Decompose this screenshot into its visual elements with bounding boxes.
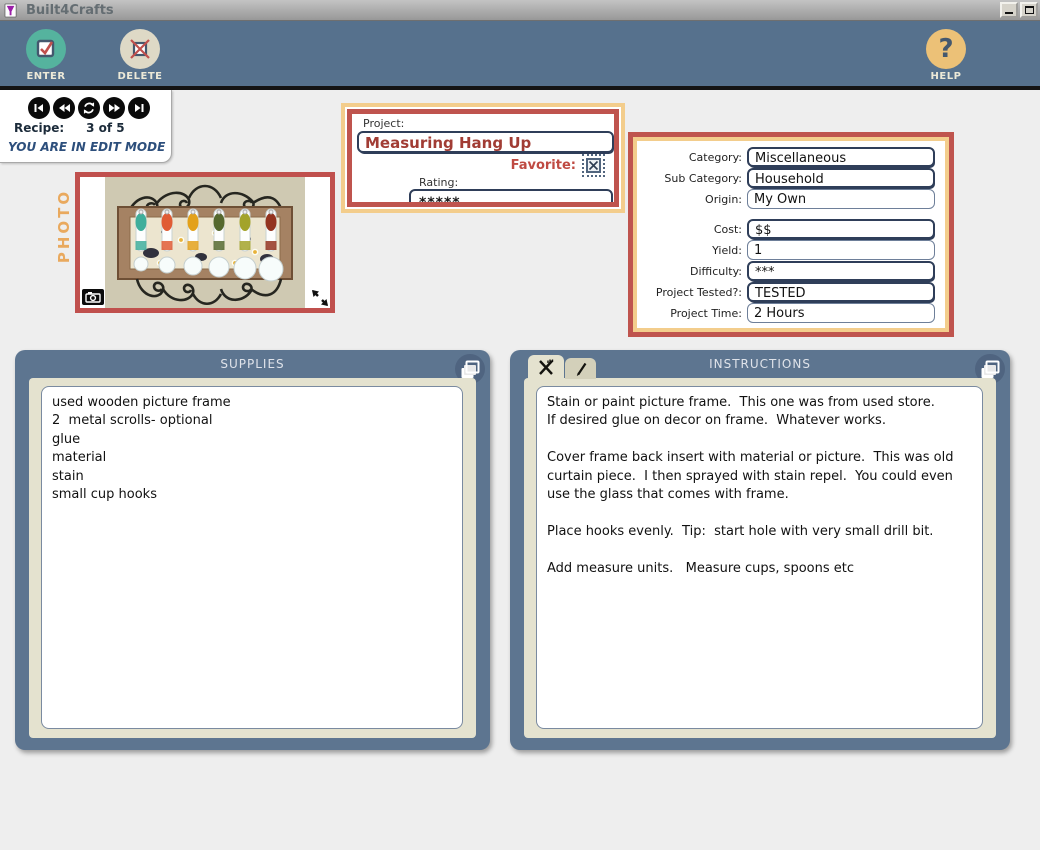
project-panel: Project: Measuring Hang Up Favorite: Rat… [341, 103, 625, 213]
photo-frame [75, 172, 335, 313]
previous-record-button[interactable] [53, 97, 75, 119]
rating-input[interactable]: ***** [409, 189, 613, 207]
minimize-button[interactable] [1000, 2, 1018, 18]
project-tested-label: Project Tested?: [643, 286, 747, 299]
app-icon [4, 3, 19, 18]
cost-input[interactable]: $$ [747, 219, 935, 239]
question-mark-icon: ? [938, 36, 953, 62]
recipe-counter: Recipe: 3 of 5 [14, 121, 125, 135]
attribute-row: Category: Miscellaneous [643, 147, 935, 167]
project-name-input[interactable]: Measuring Hang Up [357, 131, 614, 153]
category-input[interactable]: Miscellaneous [747, 147, 935, 167]
project-time-input[interactable]: 2 Hours [747, 303, 935, 323]
favorite-checkbox[interactable] [586, 158, 601, 173]
favorite-label: Favorite: [511, 158, 576, 173]
project-tested-input[interactable]: TESTED [747, 282, 935, 302]
yield-input[interactable]: 1 [747, 240, 935, 260]
project-label: Project: [363, 117, 609, 130]
attribute-row: Project Time: 2 Hours [643, 303, 935, 323]
attribute-row: Difficulty: *** [643, 261, 935, 281]
refresh-icon [82, 101, 96, 115]
expand-photo-button[interactable] [310, 288, 330, 308]
delete-button-label: DELETE [112, 71, 168, 82]
yield-label: Yield: [643, 244, 747, 257]
origin-input[interactable]: My Own [747, 189, 935, 209]
attributes-panel: Category: Miscellaneous Sub Category: Ho… [628, 132, 954, 337]
supplies-title: SUPPLIES [15, 357, 490, 371]
category-label: Category: [643, 151, 747, 164]
attribute-row: Project Tested?: TESTED [643, 282, 935, 302]
toolbar: ENTER DELETE ? HELP [0, 21, 1040, 86]
tab-notes[interactable] [565, 358, 596, 379]
crossed-utensils-icon [536, 357, 556, 377]
checkbox-x-icon [588, 160, 599, 171]
checkmark-icon [35, 38, 57, 60]
sub-category-input[interactable]: Household [747, 168, 935, 188]
last-record-button[interactable] [128, 97, 150, 119]
camera-button[interactable] [82, 289, 104, 305]
edit-mode-status: YOU ARE IN EDIT MODE [8, 140, 165, 154]
pencil-icon [573, 361, 589, 377]
project-time-label: Project Time: [643, 307, 747, 320]
enter-button-label: ENTER [18, 71, 74, 82]
recipe-label: Recipe: [14, 121, 64, 135]
skip-last-icon [133, 102, 145, 114]
difficulty-input[interactable]: *** [747, 261, 935, 281]
attribute-row: Cost: $$ [643, 219, 935, 239]
origin-label: Origin: [643, 193, 747, 206]
camera-icon [85, 291, 101, 303]
delete-x-icon [128, 37, 152, 61]
cost-label: Cost: [643, 223, 747, 236]
delete-button[interactable]: DELETE [112, 29, 168, 82]
first-record-button[interactable] [28, 97, 50, 119]
instructions-body: Stain or paint picture frame. This one w… [524, 378, 996, 738]
supplies-body: used wooden picture frame 2 metal scroll… [29, 378, 476, 738]
help-button[interactable]: ? HELP [918, 29, 974, 82]
fast-forward-icon [108, 102, 121, 114]
rating-label: Rating: [419, 176, 609, 189]
photo-image [105, 177, 305, 308]
supplies-textarea[interactable]: used wooden picture frame 2 metal scroll… [41, 386, 463, 729]
maximize-button[interactable] [1020, 2, 1038, 18]
next-record-button[interactable] [103, 97, 125, 119]
supplies-panel: SUPPLIES used wooden picture frame 2 met… [15, 350, 490, 750]
rewind-icon [58, 102, 71, 114]
help-button-label: HELP [918, 71, 974, 82]
resize-arrows-icon [310, 288, 330, 308]
tab-instructions[interactable] [528, 355, 564, 379]
recipe-nav-box: Recipe: 3 of 5 YOU ARE IN EDIT MODE [0, 90, 172, 163]
photo-label: PHOTO [55, 176, 73, 276]
app-window: Built4Crafts ENTER DELETE [0, 0, 1040, 850]
attribute-row: Yield: 1 [643, 240, 935, 260]
enter-button[interactable]: ENTER [18, 29, 74, 82]
recipe-position: 3 of 5 [86, 121, 125, 135]
title-bar: Built4Crafts [0, 0, 1040, 21]
sub-category-label: Sub Category: [643, 172, 747, 185]
instructions-textarea[interactable]: Stain or paint picture frame. This one w… [536, 386, 983, 729]
instructions-panel: INSTRUCTIONS Stain or paint picture fram… [510, 350, 1010, 750]
difficulty-label: Difficulty: [643, 265, 747, 278]
skip-first-icon [33, 102, 45, 114]
window-title: Built4Crafts [26, 3, 114, 18]
attribute-row: Sub Category: Household [643, 168, 935, 188]
attribute-row: Origin: My Own [643, 189, 935, 209]
refresh-record-button[interactable] [78, 97, 100, 119]
